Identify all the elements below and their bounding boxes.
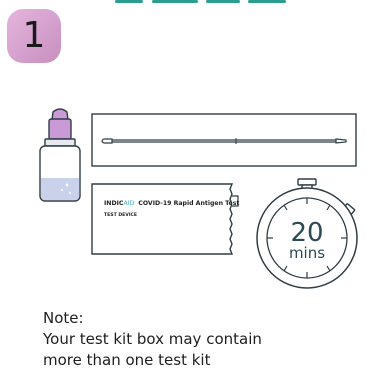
note-line-1: Your test kit box may contain <box>43 330 262 348</box>
device-label: TEST DEVICE <box>104 212 137 218</box>
note-block: Note: Your test kit box may contain more… <box>43 308 262 371</box>
brand-prefix: INDIC <box>104 200 124 207</box>
note-title: Note: <box>43 309 84 327</box>
device-brand-text: INDICAID COVID-19 Rapid Antigen Test <box>104 200 239 207</box>
brand-suffix: AID <box>123 200 134 207</box>
step-page: 1 INDICAID COVID-19 Rapid Antigen Test TE… <box>0 0 391 376</box>
device-product-name: COVID-19 Rapid Antigen Test <box>138 200 239 207</box>
timer-unit: mins <box>289 244 325 262</box>
note-line-2: more than one test kit <box>43 351 211 369</box>
